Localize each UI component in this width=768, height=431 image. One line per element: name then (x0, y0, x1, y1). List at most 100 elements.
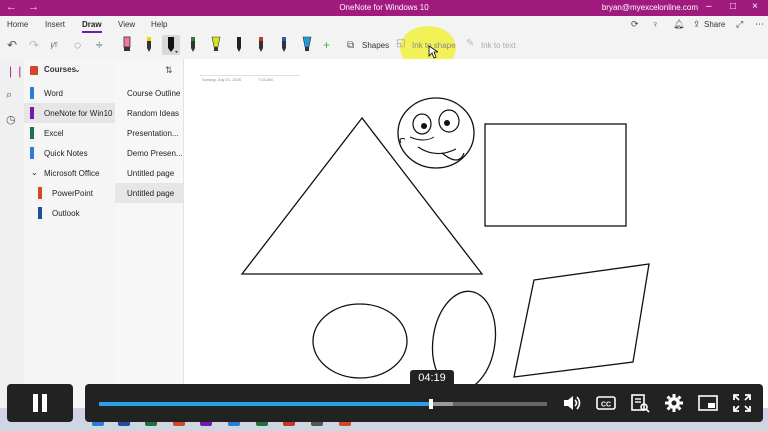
title-bar: ← → OneNote for Windows 10 bryan@myexcel… (0, 0, 768, 16)
ink-face-doodle (397, 97, 475, 169)
section-item-quick-notes[interactable]: Quick Notes (24, 143, 115, 163)
undo-icon[interactable]: ↶ (7, 38, 17, 52)
notebook-header[interactable]: Courses (44, 65, 76, 74)
sync-icon[interactable]: ⟳ (631, 19, 639, 30)
lasso-select-icon[interactable]: ᴵ⁄ᵀ (51, 41, 58, 51)
section-label: Excel (44, 129, 64, 138)
page-label: Untitled page (127, 189, 175, 198)
section-item-onenote[interactable]: OneNote for Win10 (24, 103, 115, 123)
ink-to-shape-icon[interactable]: ◱ (396, 38, 405, 49)
section-label: PowerPoint (52, 189, 93, 198)
section-item-excel[interactable]: Excel (24, 123, 115, 143)
bell-icon[interactable]: 🔔︎ (673, 19, 684, 30)
close-icon[interactable]: × (752, 1, 758, 12)
progress-bar[interactable] (99, 399, 547, 409)
captions-button[interactable]: CC (595, 392, 617, 414)
ink-parallelogram (513, 263, 650, 378)
section-item-outlook[interactable]: Outlook (24, 203, 115, 223)
fullscreen-button[interactable] (731, 392, 753, 414)
section-item-word[interactable]: Word (24, 83, 115, 103)
section-color-tab (30, 127, 34, 139)
section-color-tab (30, 147, 34, 159)
eraser-pen-icon[interactable] (118, 35, 136, 55)
add-pen-icon[interactable]: + (323, 38, 330, 52)
page-label: Demo Presen... (127, 149, 183, 158)
page-item[interactable]: Random Ideas (115, 103, 183, 123)
tab-help[interactable]: Help (151, 20, 167, 29)
svg-text:CC: CC (601, 402, 611, 409)
highlighter-blue-icon[interactable] (298, 35, 316, 55)
ink-triangle (240, 116, 484, 275)
pen-icon[interactable] (140, 35, 158, 55)
tab-home[interactable]: Home (7, 20, 28, 29)
lightbulb-icon[interactable]: ♀ (652, 19, 659, 29)
fullscreen-icon (733, 394, 751, 412)
section-label: Outlook (52, 209, 80, 218)
highlighter-icon[interactable] (207, 35, 225, 55)
section-color-tab (38, 207, 42, 219)
page-canvas[interactable]: Sunday, July 21, 2020 7:23 AM (184, 59, 768, 431)
section-item-powerpoint[interactable]: PowerPoint (24, 183, 115, 203)
played-bar (99, 402, 431, 406)
picture-in-picture-icon (698, 395, 718, 411)
shapes-icon[interactable]: ⧉ (347, 40, 354, 51)
page-label: Random Ideas (127, 109, 180, 118)
page-item[interactable]: Presentation... (115, 123, 183, 143)
chevron-down-icon[interactable]: ⌄ (31, 168, 38, 177)
menu-bar: Home Insert Draw View Help ⟳ ♀ 🔔︎ ⇪ Shar… (0, 16, 768, 33)
search-icon[interactable]: ⌕ (6, 89, 12, 102)
sort-icon[interactable]: ⇅ (165, 65, 173, 76)
page-item[interactable]: Untitled page (115, 163, 183, 183)
pen-red-icon[interactable] (252, 35, 270, 55)
share-button[interactable]: Share (704, 20, 725, 29)
expand-icon[interactable]: ⤢ (736, 19, 743, 30)
lasso-icon[interactable]: ◌ (74, 38, 81, 52)
user-email[interactable]: bryan@myexcelonline.com (602, 3, 698, 12)
ink-rectangle (484, 123, 627, 227)
navigation-rail: ❘❘\ ⌕ ◷ (0, 59, 28, 431)
section-label: Quick Notes (44, 149, 88, 158)
page-item-selected[interactable]: Untitled page (115, 183, 183, 203)
shapes-button[interactable]: Shapes (362, 41, 389, 50)
page-item[interactable]: Course Outline (115, 83, 183, 103)
section-color-tab (30, 87, 34, 99)
video-control-bar: CC (85, 384, 763, 422)
section-list-panel: Courses ⌄ Word OneNote for Win10 Excel Q… (24, 59, 115, 431)
volume-icon (564, 396, 581, 410)
tab-insert[interactable]: Insert (45, 20, 65, 29)
scrubber-handle[interactable] (428, 399, 433, 409)
ink-to-text-button[interactable]: Ink to text (481, 41, 516, 50)
section-group-microsoft-office[interactable]: ⌄ Microsoft Office (24, 163, 115, 183)
transcript-search-icon (631, 394, 650, 413)
transcript-button[interactable] (629, 392, 651, 414)
maximize-icon[interactable]: □ (730, 1, 736, 12)
pen-black-selected-icon[interactable] (162, 35, 180, 55)
pen-blue-icon[interactable] (275, 35, 293, 55)
insert-space-icon[interactable]: ÷ (96, 38, 103, 52)
page-label: Untitled page (127, 169, 175, 178)
ink-drawing[interactable] (184, 59, 768, 431)
gear-icon (665, 394, 683, 412)
play-pause-button[interactable] (7, 384, 73, 422)
volume-button[interactable] (561, 392, 583, 414)
page-item[interactable]: Demo Presen... (115, 143, 183, 163)
chevron-down-icon[interactable]: ⌄ (74, 65, 81, 74)
picture-in-picture-button[interactable] (697, 392, 719, 414)
section-label: Word (44, 89, 63, 98)
page-label: Course Outline (127, 89, 181, 98)
page-label: Presentation... (127, 129, 179, 138)
recent-clock-icon[interactable]: ◷ (6, 113, 16, 126)
tab-draw[interactable]: Draw (82, 20, 102, 33)
ink-to-text-icon[interactable]: ✎ (466, 38, 474, 49)
share-icon[interactable]: ⇪ (693, 19, 701, 30)
minimize-icon[interactable]: – (706, 1, 712, 12)
notebook-icon (30, 66, 38, 75)
redo-icon[interactable]: ↷ (29, 38, 39, 52)
ink-ellipse (312, 303, 408, 379)
settings-button[interactable] (663, 392, 685, 414)
more-icon[interactable]: ⋯ (755, 19, 764, 30)
tab-view[interactable]: View (118, 20, 135, 29)
draw-ribbon: ↶ ↷ ᴵ⁄ᵀ ◌ ÷ + ⧉ Shapes (0, 33, 768, 60)
pen-dark-icon[interactable] (230, 35, 248, 55)
pen-green-icon[interactable] (184, 35, 202, 55)
